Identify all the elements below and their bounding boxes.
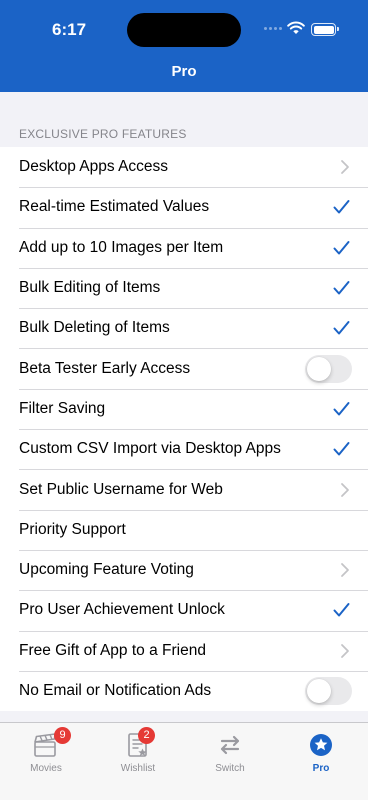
tab-label: Switch (215, 763, 245, 774)
toggle-track[interactable] (305, 677, 352, 705)
battery-icon (311, 23, 339, 36)
feature-row: Real-time Estimated Values (0, 187, 368, 227)
feature-label: Custom CSV Import via Desktop Apps (19, 440, 281, 458)
tab-label: Movies (30, 763, 62, 774)
feature-label: Add up to 10 Images per Item (19, 238, 224, 256)
pro-features-list: Desktop Apps Access Real-time Estimated V… (0, 147, 368, 712)
tab-label: Pro (312, 763, 330, 774)
chevron-right-icon (340, 643, 350, 659)
feature-row: Filter Saving (0, 388, 368, 429)
checkmark-icon (333, 281, 350, 296)
section-header: EXCLUSIVE PRO FEATURES (19, 127, 187, 141)
tab-badge: 9 (54, 727, 71, 744)
feature-label: Bulk Deleting of Items (19, 319, 170, 337)
feature-row[interactable]: Set Public Username for Web (0, 469, 368, 509)
checkmark-icon (333, 603, 350, 618)
feature-row: Pro User Achievement Unlock (0, 590, 368, 630)
nav-title: Pro (171, 63, 197, 80)
toggle-switch[interactable] (305, 677, 352, 705)
tab-switch[interactable]: Switch (184, 729, 276, 777)
feature-label: Desktop Apps Access (19, 158, 169, 176)
feature-row: Custom CSV Import via Desktop Apps (0, 429, 368, 469)
wifi-icon (287, 21, 305, 34)
feature-row[interactable]: Free Gift of App to a Friend (0, 630, 368, 671)
feature-row: Beta Tester Early Access (0, 348, 368, 388)
tab-label: Wishlist (120, 763, 156, 774)
feature-row: Add up to 10 Images per Item (0, 227, 368, 268)
feature-label: Bulk Editing of Items (19, 279, 161, 297)
feature-row: Bulk Editing of Items (0, 267, 368, 308)
tab-bar: 9 Movies 2 Wishlist Switch Pro (0, 722, 368, 800)
dynamic-island (127, 13, 241, 47)
feature-label: Upcoming Feature Voting (19, 561, 194, 579)
toggle-track[interactable] (305, 354, 352, 383)
star-circle-icon (306, 731, 336, 759)
feature-row[interactable]: Priority Support (0, 509, 368, 550)
status-time: 6:17 (52, 20, 87, 39)
checkmark-icon (333, 200, 350, 215)
feature-label: Beta Tester Early Access (19, 359, 191, 377)
feature-label: Free Gift of App to a Friend (19, 641, 206, 659)
chevron-right-icon (340, 482, 350, 498)
feature-label: Pro User Achievement Unlock (19, 601, 225, 619)
checkmark-icon (333, 442, 350, 457)
cellular-signal-icon (264, 27, 282, 30)
checkmark-icon (333, 321, 350, 336)
feature-row: Bulk Deleting of Items (0, 308, 368, 348)
chevron-right-icon (340, 562, 350, 578)
feature-label: Set Public Username for Web (19, 480, 223, 498)
header-bar: 6:17 Pro (0, 0, 368, 92)
feature-label: Filter Saving (19, 399, 106, 417)
feature-row[interactable]: Upcoming Feature Voting (0, 549, 368, 590)
tab-movies[interactable]: 9 Movies (0, 727, 92, 777)
feature-label: Priority Support (19, 520, 126, 538)
feature-row[interactable]: Desktop Apps Access (0, 147, 368, 187)
feature-label: No Email or Notification Ads (19, 682, 212, 699)
toggle-knob (307, 679, 331, 703)
checkmark-icon (333, 240, 350, 255)
chevron-right-icon (340, 159, 350, 175)
checkmark-icon (333, 401, 350, 416)
toggle-knob (307, 356, 331, 381)
feature-row: No Email or Notification Ads (0, 670, 368, 711)
tab-pro[interactable]: Pro (275, 729, 367, 777)
feature-label: Real-time Estimated Values (19, 198, 210, 216)
tab-badge: 2 (138, 727, 155, 744)
tab-wishlist[interactable]: 2 Wishlist (92, 727, 184, 777)
switch-arrows-icon (215, 731, 245, 759)
toggle-switch[interactable] (305, 354, 352, 383)
